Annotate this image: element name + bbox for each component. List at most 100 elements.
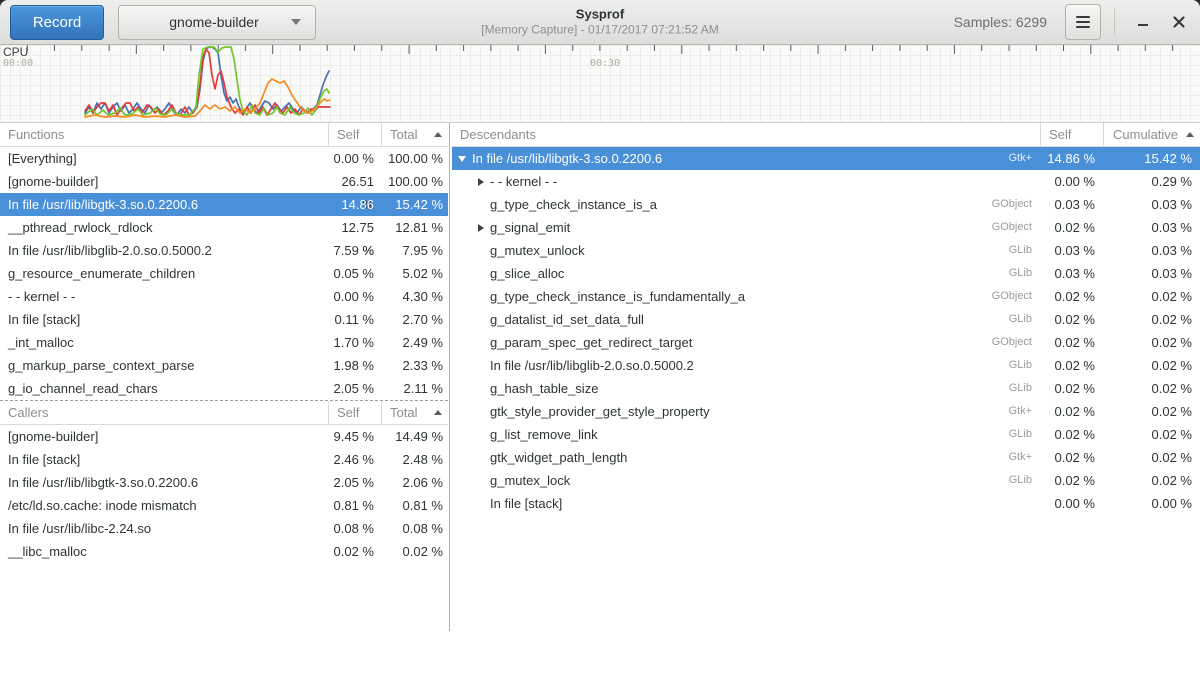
library-tag: GObject [992, 285, 1040, 308]
cumulative-percent: 0.03 % [1103, 193, 1200, 216]
total-percent: 15.42 % [381, 193, 448, 216]
total-percent: 2.11 % [381, 377, 448, 400]
functions-total-column-header[interactable]: Total [381, 123, 448, 146]
functions-row[interactable]: _int_malloc1.70 %2.49 % [0, 331, 448, 354]
functions-row[interactable]: g_resource_enumerate_children0.05 %5.02 … [0, 262, 448, 285]
callers-self-column-header[interactable]: Self [328, 401, 381, 424]
header-separator [1114, 9, 1115, 35]
descendants-self-column-header[interactable]: Self [1040, 123, 1103, 146]
library-tag: GLib [1009, 377, 1040, 400]
functions-row[interactable]: In file /usr/lib/libgtk-3.so.0.2200.614.… [0, 193, 448, 216]
cumulative-percent: 15.42 % [1103, 147, 1200, 170]
descendants-row[interactable]: g_param_spec_get_redirect_targetGObject0… [452, 331, 1200, 354]
callers-row[interactable]: In file [stack]2.46 %2.48 % [0, 448, 448, 471]
library-tag: Gtk+ [1008, 446, 1040, 469]
total-percent: 2.06 % [381, 471, 448, 494]
descendant-name: In file [stack] [490, 492, 562, 515]
functions-row[interactable]: g_markup_parse_context_parse1.98 %2.33 % [0, 354, 448, 377]
descendant-name: g_type_check_instance_is_fundamentally_a [490, 285, 745, 308]
descendants-row[interactable]: gtk_widget_path_lengthGtk+0.02 %0.02 % [452, 446, 1200, 469]
descendant-name-cell: g_slice_allocGLib [452, 262, 1040, 285]
self-percent: 0.02 % [1040, 331, 1103, 354]
functions-row[interactable]: In file [stack]0.11 %2.70 % [0, 308, 448, 331]
functions-row[interactable]: __pthread_rwlock_rdlock12.75 %12.81 % [0, 216, 448, 239]
descendants-row[interactable]: g_signal_emitGObject0.02 %0.03 % [452, 216, 1200, 239]
functions-self-column-header[interactable]: Self [328, 123, 381, 146]
descendants-row[interactable]: g_type_check_instance_is_aGObject0.03 %0… [452, 193, 1200, 216]
total-percent: 2.48 % [381, 448, 448, 471]
cumulative-percent: 0.02 % [1103, 446, 1200, 469]
time-label-start: 00:00 [3, 58, 33, 69]
right-pane: Descendants Self Cumulative In file /usr… [452, 123, 1200, 631]
total-percent: 7.95 % [381, 239, 448, 262]
time-label-mid: 00:30 [590, 58, 620, 69]
total-percent: 2.70 % [381, 308, 448, 331]
self-percent: 2.05 % [328, 377, 381, 400]
cumulative-percent: 0.03 % [1103, 239, 1200, 262]
cumulative-percent: 0.03 % [1103, 262, 1200, 285]
function-name: __libc_malloc [0, 540, 328, 563]
library-tag: GObject [992, 193, 1040, 216]
cpu-usage-graph[interactable]: CPU 00:00 00:30 [0, 45, 1200, 123]
expander-closed-icon[interactable] [478, 178, 484, 186]
descendants-row[interactable]: g_mutex_unlockGLib0.03 %0.03 % [452, 239, 1200, 262]
total-percent: 0.81 % [381, 494, 448, 517]
self-percent: 0.05 % [328, 262, 381, 285]
descendants-row[interactable]: g_hash_table_sizeGLib0.02 %0.02 % [452, 377, 1200, 400]
descendant-name-cell: g_type_check_instance_is_aGObject [452, 193, 1040, 216]
process-selector-dropdown[interactable]: gnome-builder [118, 5, 316, 40]
close-button[interactable] [1164, 7, 1194, 37]
pane-divider[interactable] [448, 123, 452, 631]
descendant-name: g_mutex_unlock [490, 239, 585, 262]
record-button[interactable]: Record [10, 5, 104, 40]
cpu-blue-line [85, 47, 329, 115]
descendant-name: g_slice_alloc [490, 262, 564, 285]
library-tag: GLib [1009, 354, 1040, 377]
self-percent: 0.02 % [1040, 469, 1103, 492]
library-tag: Gtk+ [1008, 147, 1040, 170]
menu-button[interactable] [1065, 4, 1101, 40]
self-percent: 2.46 % [328, 448, 381, 471]
cpu-red-line [85, 49, 330, 115]
minimize-button[interactable] [1128, 7, 1158, 37]
functions-row[interactable]: [Everything]0.00 %100.00 % [0, 147, 448, 170]
cumulative-percent: 0.29 % [1103, 170, 1200, 193]
descendants-row[interactable]: In file [stack]0.00 %0.00 % [452, 492, 1200, 515]
descendant-name: g_hash_table_size [490, 377, 598, 400]
function-name: /etc/ld.so.cache: inode mismatch [0, 494, 328, 517]
descendants-row[interactable]: g_datalist_id_set_data_fullGLib0.02 %0.0… [452, 308, 1200, 331]
callers-row[interactable]: [gnome-builder]9.45 %14.49 % [0, 425, 448, 448]
functions-column-header[interactable]: Functions [0, 123, 328, 146]
functions-row[interactable]: In file /usr/lib/libglib-2.0.so.0.5000.2… [0, 239, 448, 262]
callers-row[interactable]: In file /usr/lib/libgtk-3.so.0.2200.6 2.0… [0, 471, 448, 494]
descendants-row[interactable]: In file /usr/lib/libgtk-3.so.0.2200.6Gtk… [452, 147, 1200, 170]
functions-row[interactable]: [gnome-builder]26.51 %100.00 % [0, 170, 448, 193]
library-tag: GLib [1009, 308, 1040, 331]
callers-column-header[interactable]: Callers [0, 401, 328, 424]
function-name: In file /usr/lib/libgtk-3.so.0.2200.6 [0, 471, 328, 494]
descendants-column-header[interactable]: Descendants [452, 123, 1040, 146]
expander-closed-icon[interactable] [478, 224, 484, 232]
descendants-header: Descendants Self Cumulative [452, 123, 1200, 147]
callers-row[interactable]: __libc_malloc0.02 %0.02 % [0, 540, 448, 563]
callers-row[interactable]: In file /usr/lib/libc-2.24.so0.08 %0.08 … [0, 517, 448, 540]
descendants-row[interactable]: g_type_check_instance_is_fundamentally_a… [452, 285, 1200, 308]
descendants-cumulative-column-header[interactable]: Cumulative [1103, 123, 1200, 146]
descendant-name-cell: g_mutex_lockGLib [452, 469, 1040, 492]
descendants-row[interactable]: In file /usr/lib/libglib-2.0.so.0.5000.2… [452, 354, 1200, 377]
library-tag: GObject [992, 331, 1040, 354]
callers-total-column-header[interactable]: Total [381, 401, 448, 424]
self-percent: 12.75 % [328, 216, 381, 239]
total-percent: 0.02 % [381, 540, 448, 563]
descendants-row[interactable]: g_mutex_lockGLib0.02 %0.02 % [452, 469, 1200, 492]
descendants-row[interactable]: g_slice_allocGLib0.03 %0.03 % [452, 262, 1200, 285]
expander-open-icon[interactable] [458, 156, 466, 162]
callers-row[interactable]: /etc/ld.so.cache: inode mismatch0.81 %0.… [0, 494, 448, 517]
descendants-row[interactable]: g_list_remove_linkGLib0.02 %0.02 % [452, 423, 1200, 446]
self-percent: 0.00 % [1040, 170, 1103, 193]
descendants-row[interactable]: gtk_style_provider_get_style_propertyGtk… [452, 400, 1200, 423]
descendants-row[interactable]: - - kernel - -0.00 %0.29 % [452, 170, 1200, 193]
library-tag: Gtk+ [1008, 400, 1040, 423]
functions-row[interactable]: g_io_channel_read_chars2.05 %2.11 % [0, 377, 448, 400]
functions-row[interactable]: - - kernel - -0.00 %4.30 % [0, 285, 448, 308]
